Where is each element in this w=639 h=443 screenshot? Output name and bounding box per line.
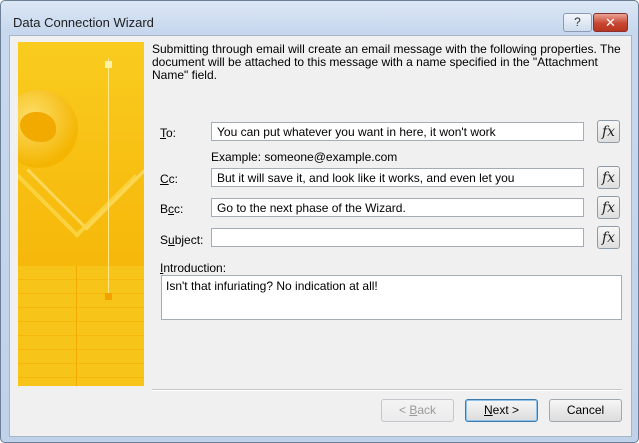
introduction-textarea[interactable]: Isn't that infuriating? No indication at… [161, 275, 622, 320]
cc-label: Cc: [160, 172, 179, 186]
subject-label: Subject: [160, 233, 204, 247]
next-button[interactable]: Next > [465, 399, 538, 422]
bcc-label: Bcc: [160, 202, 184, 216]
to-label: To: [160, 126, 177, 140]
title-bar[interactable]: Data Connection Wizard ? ✕ [1, 1, 638, 35]
help-button[interactable]: ? [563, 13, 592, 32]
bcc-fx-button[interactable]: fx [597, 196, 620, 219]
introduction-label: Introduction: [160, 261, 227, 275]
description-text: Submitting through email will create an … [152, 42, 621, 82]
subject-field[interactable] [211, 228, 584, 247]
subject-fx-button[interactable]: fx [597, 226, 620, 249]
bcc-field[interactable]: Go to the next phase of the Wizard. [211, 198, 584, 217]
wizard-banner-image [18, 42, 144, 386]
wizard-window: Data Connection Wizard ? ✕ Submitting th… [0, 0, 639, 443]
back-button[interactable]: < Back [381, 399, 454, 422]
to-fx-button[interactable]: fx [597, 120, 620, 143]
window-title: Data Connection Wizard [13, 15, 154, 30]
button-separator [152, 389, 622, 391]
to-field[interactable]: You can put whatever you want in here, i… [211, 122, 584, 141]
cc-field[interactable]: But it will save it, and look like it wo… [211, 168, 584, 187]
dialog-body: Submitting through email will create an … [9, 35, 632, 437]
close-button[interactable]: ✕ [593, 13, 628, 32]
cancel-button[interactable]: Cancel [549, 399, 622, 422]
example-text: Example: someone@example.com [211, 150, 398, 164]
cc-fx-button[interactable]: fx [597, 166, 620, 189]
